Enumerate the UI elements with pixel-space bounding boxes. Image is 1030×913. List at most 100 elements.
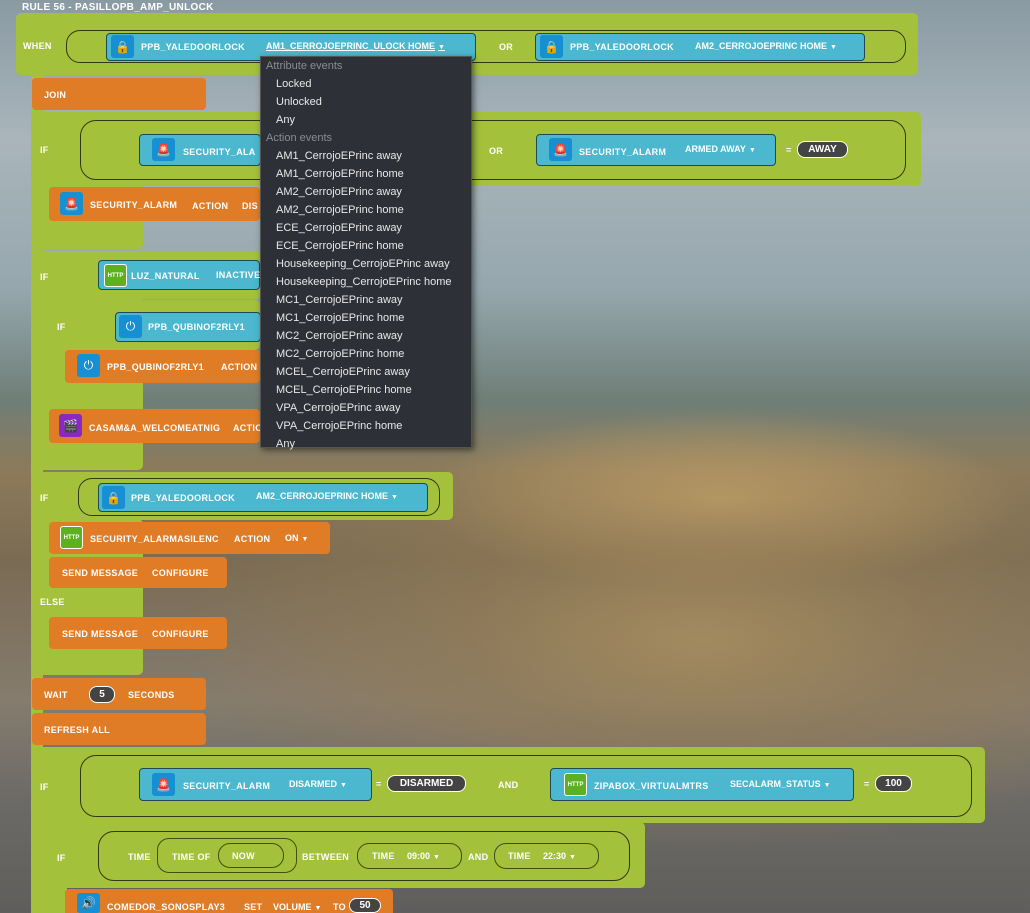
if-6-time-of-label: TIME OF bbox=[172, 852, 211, 862]
action-events-header: Action events bbox=[266, 132, 333, 144]
if-5-device-2-name: ZIPABOX_VIRTUALMTRS bbox=[594, 781, 709, 791]
chevron-down-icon: ▼ bbox=[438, 44, 445, 51]
if-6-time-2-label: TIME bbox=[508, 851, 531, 861]
dropdown-menu-item[interactable]: MC2_CerrojoEPrinc home bbox=[261, 345, 471, 363]
chevron-down-icon: ▼ bbox=[433, 854, 440, 861]
if-6-time-1-dropdown[interactable]: 09:00 ▼ bbox=[407, 851, 440, 861]
when-device-1-dropdown[interactable]: AM1_CERROJOEPRINC_ULOCK HOME ▼ bbox=[266, 41, 445, 51]
when-device-2-name: PPB_YALEDOORLOCK bbox=[570, 42, 674, 52]
chevron-down-icon: ▼ bbox=[391, 494, 398, 501]
if-2-label: IF bbox=[40, 272, 49, 282]
send-message-2-label: SEND MESSAGE bbox=[62, 629, 139, 639]
if-5-device-1-name: SECURITY_ALARM bbox=[183, 781, 271, 791]
dropdown-menu-item[interactable]: ECE_CerrojoEPrinc home bbox=[261, 237, 471, 255]
if-2-device-name: LUZ_NATURAL bbox=[131, 271, 200, 281]
if-2-device-value[interactable]: INACTIVE bbox=[216, 270, 260, 280]
send-message-2-configure[interactable]: CONFIGURE bbox=[152, 629, 209, 639]
dropdown-menu-item[interactable]: MCEL_CerrojoEPrinc away bbox=[261, 363, 471, 381]
when-device-1-name: PPB_YALEDOORLOCK bbox=[141, 42, 245, 52]
chevron-down-icon: ▼ bbox=[301, 536, 309, 543]
refresh-all-label: REFRESH ALL bbox=[44, 725, 110, 735]
dropdown-menu-item[interactable]: Any bbox=[261, 111, 471, 129]
dropdown-menu-item[interactable]: Housekeeping_CerrojoEPrinc away bbox=[261, 255, 471, 273]
dropdown-menu-item[interactable]: MC1_CerrojoEPrinc home bbox=[261, 309, 471, 327]
http-icon: HTTP bbox=[104, 264, 127, 287]
if-5-and-label: AND bbox=[498, 780, 519, 790]
wait-value[interactable]: 5 bbox=[89, 686, 115, 703]
alarm-silent-action-name: SECURITY_ALARMASILENC bbox=[90, 534, 219, 544]
if-6-now-label: NOW bbox=[232, 851, 255, 861]
if-5-compare-1[interactable]: DISARMED bbox=[387, 775, 466, 792]
casa-welcome-action-name: CASAM&A_WELCOMEATNIG bbox=[89, 423, 221, 433]
if-1-device-2-dropdown[interactable]: ARMED AWAY ▼ bbox=[685, 144, 756, 154]
alarm-silent-action-dropdown[interactable]: ON ▼ bbox=[285, 533, 308, 543]
if-5-compare-2[interactable]: 100 bbox=[875, 775, 912, 792]
rule-title: RULE 56 - PASILLOPB_AMP_UNLOCK bbox=[22, 2, 214, 13]
dropdown-menu-item[interactable]: AM1_CerrojoEPrinc home bbox=[261, 165, 471, 183]
dropdown-menu-item[interactable]: Housekeeping_CerrojoEPrinc home bbox=[261, 273, 471, 291]
lock-icon: 🔒 bbox=[111, 35, 134, 58]
clapperboard-icon: 🎬 bbox=[59, 414, 82, 437]
if-1-equals: = bbox=[786, 145, 792, 155]
dropdown-menu-item[interactable]: AM1_CerrojoEPrinc away bbox=[261, 147, 471, 165]
wait-label: WAIT bbox=[44, 690, 68, 700]
if-6-left-body bbox=[31, 822, 51, 913]
if-4-device-dropdown[interactable]: AM2_CERROJOEPRINC HOME ▼ bbox=[256, 491, 398, 501]
speaker-icon: 🔊 bbox=[77, 893, 100, 913]
if-3-label: IF bbox=[57, 322, 66, 332]
if-6-between-label: BETWEEN bbox=[302, 852, 350, 862]
http-icon: HTTP bbox=[564, 773, 587, 796]
security-alarm-action-name: SECURITY_ALARM bbox=[90, 200, 178, 210]
dropdown-menu-item[interactable]: ECE_CerrojoEPrinc away bbox=[261, 219, 471, 237]
if-4-label: IF bbox=[40, 493, 49, 503]
chevron-down-icon: ▼ bbox=[340, 782, 347, 789]
if-5-device-2-dropdown[interactable]: SECALARM_STATUS ▼ bbox=[730, 779, 831, 789]
attribute-events-header: Attribute events bbox=[266, 60, 343, 72]
chevron-down-icon: ▼ bbox=[569, 854, 576, 861]
if-5-equals-1: = bbox=[376, 779, 382, 789]
if-4-device-name: PPB_YALEDOORLOCK bbox=[131, 493, 235, 503]
dropdown-menu-item[interactable]: AM2_CerrojoEPrinc home bbox=[261, 201, 471, 219]
event-dropdown-menu[interactable]: Attribute events Locked Unlocked Any Actio… bbox=[260, 56, 472, 450]
dropdown-menu-item[interactable]: VPA_CerrojoEPrinc home bbox=[261, 417, 471, 435]
siren-icon: 🚨 bbox=[152, 138, 175, 161]
dropdown-menu-item[interactable]: MC1_CerrojoEPrinc away bbox=[261, 291, 471, 309]
sonos-to-label: TO bbox=[333, 902, 346, 912]
security-alarm-action-value[interactable]: DIS bbox=[242, 201, 258, 211]
if-1-label: IF bbox=[40, 145, 49, 155]
power-icon: ⏻ bbox=[77, 354, 100, 377]
dropdown-menu-item[interactable]: VPA_CerrojoEPrinc away bbox=[261, 399, 471, 417]
dropdown-menu-item[interactable]: MC2_CerrojoEPrinc away bbox=[261, 327, 471, 345]
sonos-param-dropdown[interactable]: VOLUME ▼ bbox=[273, 902, 321, 912]
when-label: WHEN bbox=[23, 41, 52, 51]
if-3-device-name: PPB_QUBINOF2RLY1 bbox=[148, 322, 245, 332]
http-icon: HTTP bbox=[60, 526, 83, 549]
dropdown-menu-item[interactable]: Any bbox=[261, 435, 471, 453]
if-5-label: IF bbox=[40, 782, 49, 792]
dropdown-menu-item[interactable]: Unlocked bbox=[261, 93, 471, 111]
send-message-1-label: SEND MESSAGE bbox=[62, 568, 139, 578]
if-6-and-label: AND bbox=[468, 852, 489, 862]
if-6-time-label: TIME bbox=[128, 852, 151, 862]
if-6-time-2-dropdown[interactable]: 22:30 ▼ bbox=[543, 851, 576, 861]
siren-icon: 🚨 bbox=[152, 773, 175, 796]
if-6-label: IF bbox=[57, 853, 66, 863]
when-device-2-dropdown[interactable]: AM2_CERROJOEPRINC HOME ▼ bbox=[695, 41, 837, 51]
sonos-value[interactable]: 50 bbox=[349, 898, 381, 913]
dropdown-menu-item[interactable]: Locked bbox=[261, 75, 471, 93]
if-1-device-2-name: SECURITY_ALARM bbox=[579, 147, 667, 157]
siren-icon: 🚨 bbox=[549, 138, 572, 161]
dropdown-menu-item[interactable]: MCEL_CerrojoEPrinc home bbox=[261, 381, 471, 399]
send-message-1-configure[interactable]: CONFIGURE bbox=[152, 568, 209, 578]
if-1-compare-value[interactable]: AWAY bbox=[797, 141, 848, 158]
qubino-action-label: ACTION bbox=[221, 362, 258, 372]
security-alarm-action-label: ACTION bbox=[192, 201, 229, 211]
if-5-device-1-dropdown[interactable]: DISARMED ▼ bbox=[289, 779, 347, 789]
qubino-action-name: PPB_QUBINOF2RLY1 bbox=[107, 362, 204, 372]
else-label: ELSE bbox=[40, 597, 65, 607]
power-icon: ⏻ bbox=[119, 315, 142, 338]
dropdown-menu-item[interactable]: AM2_CerrojoEPrinc away bbox=[261, 183, 471, 201]
if-1-or-label: OR bbox=[489, 146, 504, 156]
alarm-silent-action-label: ACTION bbox=[234, 534, 271, 544]
when-or-label: OR bbox=[499, 42, 514, 52]
